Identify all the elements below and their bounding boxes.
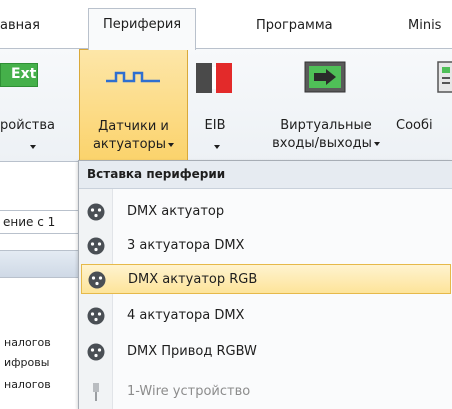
xlr-connector-icon xyxy=(87,203,105,221)
menu-item-3-dmx-actuators[interactable]: 3 актуатора DMX xyxy=(81,231,451,261)
menu-item-label: DMX Привод RGBW xyxy=(127,344,257,359)
menu-item-dmx-actuator-rgb[interactable]: DMX актуатор RGB xyxy=(81,264,451,294)
tab-peripherals[interactable]: Периферия xyxy=(88,8,197,50)
message-device-icon xyxy=(436,61,452,93)
eib-label: EIB xyxy=(204,118,226,133)
eib-button[interactable]: EIB xyxy=(190,49,240,161)
chevron-down-icon xyxy=(373,141,380,146)
menu-item-dmx-drive-rgbw[interactable]: DMX Привод RGBW xyxy=(81,337,451,367)
ribbon-tab-bar: авная Периферия Программа Minis xyxy=(0,0,452,50)
virtual-label-text: входы/выходы xyxy=(272,136,372,151)
sensors-label-line1: Датчики и xyxy=(98,119,169,134)
menu-item-dmx-actuator[interactable]: DMX актуатор xyxy=(81,197,451,227)
xlr-connector-icon xyxy=(87,237,105,255)
devices-button[interactable]: Ext ройства xyxy=(0,49,78,161)
eib-icon xyxy=(196,63,236,93)
chevron-down-icon xyxy=(168,142,175,147)
probe-sensor-icon xyxy=(93,383,99,401)
menu-item-label: DMX актуатор xyxy=(127,204,225,219)
menu-header: Вставка периферии xyxy=(79,161,452,189)
tab-minis[interactable]: Minis xyxy=(408,12,441,40)
xlr-connector-icon xyxy=(88,271,106,289)
virtual-io-button[interactable]: Виртуальные входы/выходы xyxy=(268,49,384,161)
devices-label: ройства xyxy=(0,118,56,133)
chevron-down-icon xyxy=(212,139,220,154)
document-area xyxy=(0,162,80,409)
messages-label: Сообі xyxy=(396,118,433,133)
messages-button[interactable]: Сообі xyxy=(396,49,452,161)
signal-wave-icon xyxy=(106,68,160,86)
list-item: налогов xyxy=(4,378,51,391)
chevron-down-icon xyxy=(28,139,36,154)
tab-home[interactable]: авная xyxy=(0,12,40,40)
virtual-label-line2: входы/выходы xyxy=(268,135,384,152)
sensors-label-line2: актуаторы xyxy=(80,136,187,153)
insert-peripherals-menu: Вставка периферии DMX актуатор 3 актуато… xyxy=(78,160,452,409)
section-band xyxy=(0,250,80,278)
connection-field[interactable]: ение с 1 xyxy=(0,210,80,234)
ext-badge-text: Ext xyxy=(11,66,37,82)
sensors-label-text: актуаторы xyxy=(92,137,167,152)
list-item: ифровы xyxy=(4,356,50,369)
xlr-connector-icon xyxy=(87,307,105,325)
virtual-label-line1: Виртуальные xyxy=(280,118,372,133)
menu-item-label: DMX актуатор RGB xyxy=(128,272,258,287)
menu-item-1-wire-device[interactable]: 1-Wire устройство xyxy=(81,377,451,407)
virtual-io-icon xyxy=(304,61,346,93)
sensors-actuators-button[interactable]: Датчики и актуаторы xyxy=(79,49,188,161)
xlr-connector-icon xyxy=(87,343,105,361)
ribbon-panel: Ext ройства Датчики и актуаторы EIB Вирт… xyxy=(0,48,452,162)
tab-program[interactable]: Программа xyxy=(256,12,333,40)
menu-item-4-dmx-actuators[interactable]: 4 актуатора DMX xyxy=(81,301,451,331)
menu-item-label: 3 актуатора DMX xyxy=(127,238,245,253)
menu-item-label: 4 актуатора DMX xyxy=(127,308,245,323)
list-item: налогов xyxy=(4,336,51,349)
ext-module-icon: Ext xyxy=(0,63,38,87)
menu-item-label: 1-Wire устройство xyxy=(127,384,251,399)
